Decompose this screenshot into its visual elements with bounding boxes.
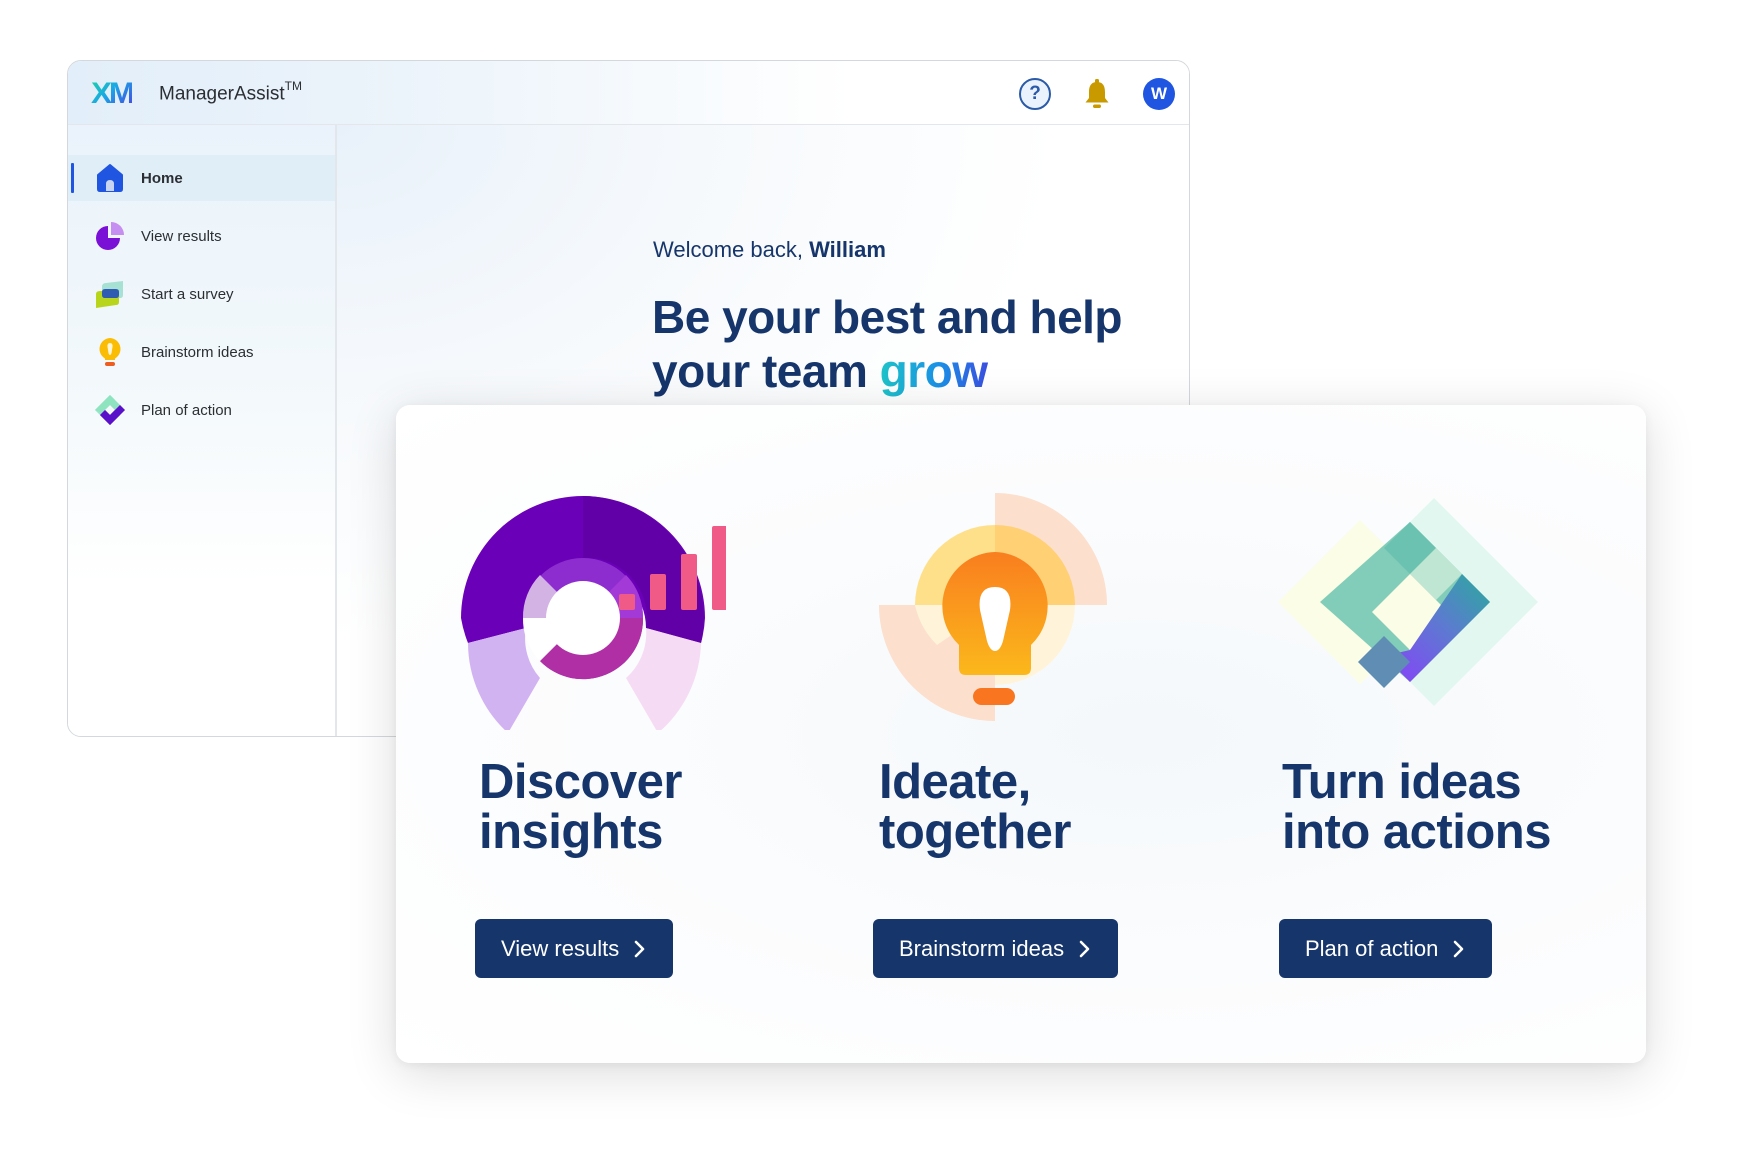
feature-title: Turn ideas into actions (1282, 755, 1551, 859)
view-results-button[interactable]: View results (475, 919, 674, 978)
bar-1 (619, 594, 635, 610)
bar-4 (712, 526, 726, 610)
sidebar-item-start-survey[interactable]: Start a survey (68, 271, 335, 317)
sidebar-item-label: Plan of action (141, 401, 232, 419)
feature-title: Discover insights (479, 755, 683, 859)
active-indicator (71, 163, 74, 193)
lightbulb-illustration (879, 493, 1107, 721)
sidebar-item-home[interactable]: Home (68, 155, 335, 201)
feature-card: Discover insights View results Ideate, t… (396, 405, 1646, 1063)
diamond-check-icon (95, 395, 125, 425)
app-header: XM ManagerAssistTM ? W (68, 61, 1189, 125)
bell-glyph (1085, 79, 1109, 108)
sidebar-item-label: Brainstorm ideas (141, 343, 254, 361)
hero-line-2-prefix: your team (652, 345, 880, 397)
sidebar-item-view-results[interactable]: View results (68, 213, 335, 259)
plan-of-action-button[interactable]: Plan of action (1279, 919, 1493, 978)
diamond-illustration (1278, 498, 1538, 706)
lightbulb-icon (99, 338, 121, 366)
feature-title: Ideate, together (879, 755, 1072, 859)
feature-discover-insights: Discover insights View results (396, 405, 796, 1063)
sidebar: Home View results Start a survey Brainst… (68, 125, 337, 736)
bar-3 (681, 554, 697, 610)
xm-logo[interactable]: XM (91, 77, 135, 111)
home-icon (97, 164, 123, 192)
app-name: ManagerAssistTM (159, 79, 302, 105)
chat-bubbles-icon (96, 281, 123, 308)
sidebar-item-brainstorm[interactable]: Brainstorm ideas (68, 329, 335, 375)
feature-turn-ideas-into-actions: Turn ideas into actions Plan of action (1196, 405, 1646, 1063)
user-avatar[interactable]: W (1143, 78, 1175, 110)
pie-chart-icon (96, 222, 124, 250)
welcome-prefix: Welcome back, (653, 237, 810, 262)
trademark: TM (284, 79, 302, 93)
sidebar-item-label: View results (141, 227, 222, 245)
user-name: William (809, 237, 886, 262)
help-icon[interactable]: ? (1019, 78, 1051, 110)
sidebar-item-label: Home (141, 169, 183, 187)
brainstorm-ideas-button[interactable]: Brainstorm ideas (873, 919, 1119, 978)
welcome-message: Welcome back, William (653, 237, 886, 263)
chevron-right-icon (1454, 940, 1464, 957)
bell-icon[interactable] (1081, 78, 1113, 110)
hero-heading: Be your best and help your team grow (652, 290, 1123, 398)
sidebar-item-label: Start a survey (141, 285, 234, 303)
button-label: Plan of action (1305, 935, 1439, 961)
hero-line-1: Be your best and help (652, 291, 1123, 343)
sidebar-item-plan-of-action[interactable]: Plan of action (68, 387, 335, 433)
hero-line-2: your team grow (652, 344, 1122, 398)
app-name-text: ManagerAssist (159, 83, 285, 105)
bar-2 (650, 574, 666, 610)
button-label: Brainstorm ideas (899, 935, 1065, 961)
chevron-right-icon (634, 940, 645, 957)
hero-highlight: grow (879, 345, 988, 397)
donut-bar-chart-illustration (461, 496, 726, 730)
feature-ideate-together: Ideate, together Brainstorm ideas (796, 405, 1196, 1063)
button-label: View results (501, 935, 620, 961)
chevron-right-icon (1079, 940, 1090, 957)
